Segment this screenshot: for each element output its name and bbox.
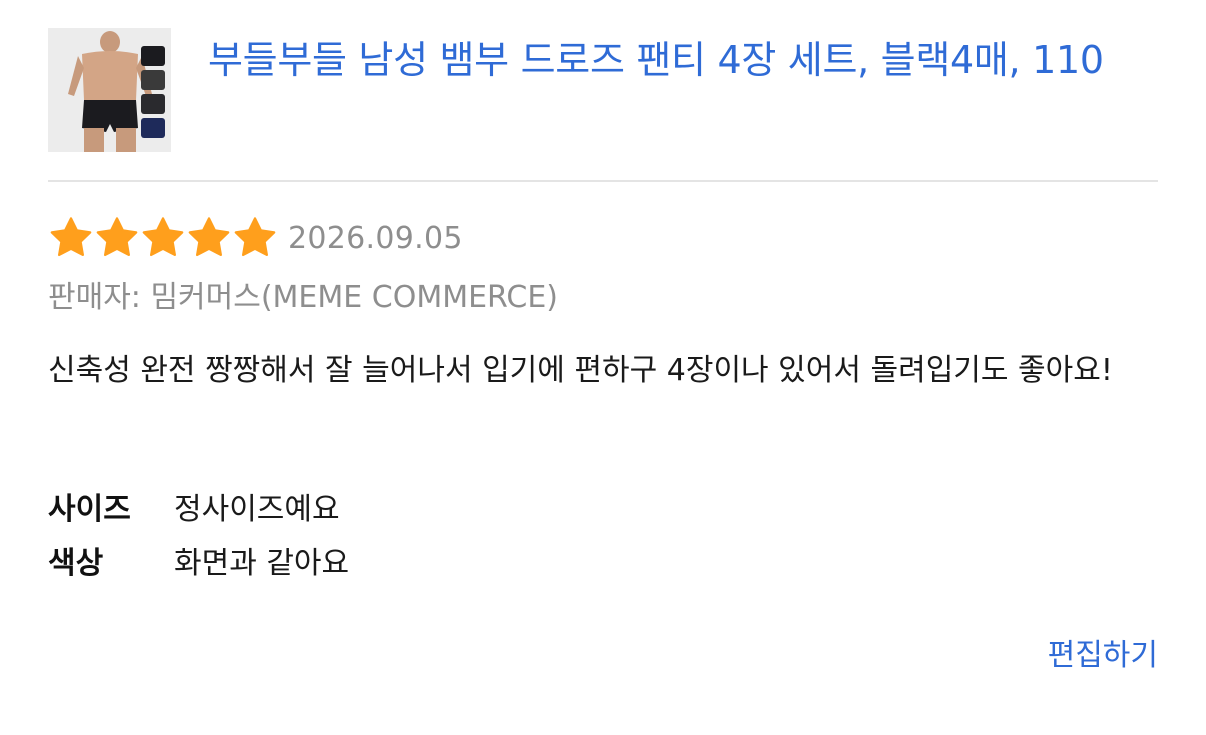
attribute-value: 화면과 같아요 <box>174 546 350 581</box>
attribute-row-color: 색상 화면과 같아요 <box>48 533 349 587</box>
product-header: 부들부들 남성 뱀부 드로즈 팬티 4장 세트, 블랙4매, 110 <box>48 28 1158 152</box>
attribute-row-size: 사이즈 정사이즈예요 <box>48 479 349 533</box>
star-icon <box>234 217 276 257</box>
attribute-label: 색상 <box>48 546 104 581</box>
attribute-value: 정사이즈예요 <box>174 492 340 527</box>
seller-name: 판매자: 밈커머스(MEME COMMERCE) <box>48 280 559 315</box>
product-image-icon <box>48 28 171 152</box>
product-thumbnail[interactable] <box>48 28 171 152</box>
star-icon <box>50 217 92 257</box>
review-attributes: 사이즈 정사이즈예요 색상 화면과 같아요 <box>48 479 349 587</box>
star-rating <box>48 215 278 261</box>
edit-review-link[interactable]: 편집하기 <box>1048 630 1158 674</box>
attribute-label: 사이즈 <box>48 492 131 527</box>
review-date: 2026.09.05 <box>288 220 463 256</box>
star-icon <box>188 217 230 257</box>
review-text: 신축성 완전 짱짱해서 잘 늘어나서 입기에 편하구 4장이나 있어서 돌려입기… <box>48 353 1113 388</box>
product-title-link[interactable]: 부들부들 남성 뱀부 드로즈 팬티 4장 세트, 블랙4매, 110 <box>208 33 1148 87</box>
divider <box>48 180 1158 182</box>
rating-row: 2026.09.05 <box>48 212 463 264</box>
star-icon <box>142 217 184 257</box>
star-icon <box>96 217 138 257</box>
